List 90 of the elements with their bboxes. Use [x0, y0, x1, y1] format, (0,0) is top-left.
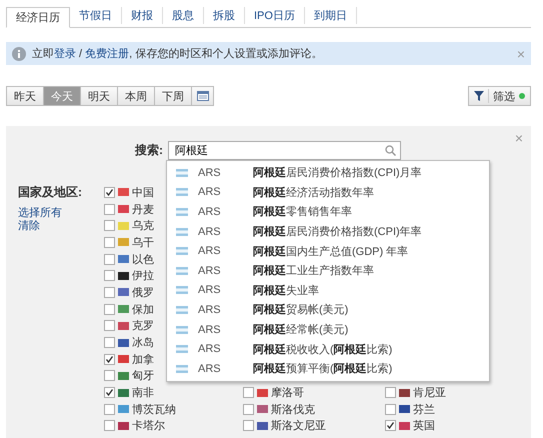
country-name: 摩洛哥 [271, 386, 304, 400]
suggestion-item[interactable]: ARS 阿根廷失业率 [167, 280, 489, 300]
suggestion-item[interactable]: ARS 阿根廷居民消费价格指数(CPI)月率 [167, 163, 489, 183]
checkbox[interactable] [104, 186, 115, 198]
search-icon [385, 145, 396, 156]
country-name: 加拿 [132, 352, 154, 367]
suggestion-item[interactable]: ARS 阿根廷贸易帐(美元) [167, 300, 489, 320]
country-name: 芬兰 [413, 402, 435, 417]
filter-icon [474, 91, 484, 101]
country-name: 中国 [132, 186, 154, 200]
checkbox[interactable] [104, 304, 115, 315]
info-icon [12, 46, 26, 60]
country-name: 匈牙 [132, 369, 154, 384]
checkbox[interactable] [243, 420, 254, 432]
country-name: 南非 [132, 386, 154, 400]
suggestion-item[interactable]: ARS 阿根廷居民消费价格指数(CPI)年率 [167, 222, 489, 242]
filter-button[interactable]: 筛选 [468, 86, 531, 106]
checkbox[interactable] [385, 404, 396, 415]
stripes-icon [176, 188, 188, 196]
stripes-icon [176, 247, 188, 256]
tab[interactable]: IPO日历 [245, 7, 305, 24]
country-name: 乌干 [132, 236, 154, 250]
checkbox[interactable] [104, 420, 115, 432]
checkbox[interactable] [104, 286, 115, 298]
tab[interactable]: 节假日 [70, 7, 122, 24]
checkbox[interactable] [104, 370, 115, 382]
select-all-link[interactable]: 选择所有 [18, 207, 104, 220]
tab[interactable]: 经济日历 [6, 7, 70, 28]
country-name: 肯尼亚 [413, 386, 446, 400]
country-name: 冰岛 [132, 336, 154, 350]
stripes-icon [176, 326, 188, 334]
tab[interactable]: 拆股 [204, 7, 245, 24]
tab[interactable]: 股息 [163, 7, 204, 24]
country-name: 英国 [413, 419, 435, 434]
tab[interactable]: 财报 [122, 7, 163, 24]
day-button[interactable]: 明天 [81, 86, 118, 106]
checkbox[interactable] [104, 236, 115, 248]
suggestion-item[interactable]: ARS 阿根廷经济活动指数年率 [167, 182, 489, 202]
country-name: 斯洛文尼亚 [271, 418, 326, 434]
checkbox[interactable] [104, 387, 115, 398]
country-name: 卡塔尔 [132, 419, 165, 434]
checkbox[interactable] [243, 404, 254, 415]
suggestion-item[interactable]: ARS 阿根廷税收收入(阿根廷比索) [167, 339, 489, 359]
checkbox[interactable] [104, 254, 115, 265]
checkbox[interactable] [104, 320, 115, 332]
search-field[interactable]: 阿根廷 [168, 141, 401, 160]
checkbox[interactable] [104, 270, 115, 282]
countries-label: 国家及地区: [18, 184, 83, 201]
suggestion-item[interactable]: ARS 阿根廷工业生产指数年率 [167, 260, 489, 281]
login-prompt: 立即登录 / 免费注册, 保存您的时区和个人设置或添加评论。 [32, 46, 324, 61]
day-button[interactable]: 昨天 [6, 86, 44, 106]
tab[interactable]: 到期日 [304, 7, 357, 24]
stripes-icon [176, 364, 188, 373]
stripes-icon [176, 286, 188, 294]
checkbox[interactable] [385, 387, 396, 398]
country-name: 博茨瓦纳 [132, 402, 176, 417]
country-name: 乌克 [132, 219, 154, 234]
checkbox[interactable] [104, 354, 115, 365]
stripes-icon [176, 168, 188, 177]
checkbox[interactable] [385, 420, 396, 432]
stripes-icon [176, 208, 188, 216]
calendar-icon [196, 91, 208, 101]
day-button[interactable]: 本周 [118, 86, 155, 106]
stripes-icon [176, 306, 188, 314]
country-name: 丹麦 [132, 202, 154, 217]
day-button[interactable]: 下周 [155, 86, 192, 106]
country-name: 克罗 [132, 319, 154, 334]
calendar-button[interactable] [192, 86, 214, 106]
suggestion-item[interactable]: ARS 阿根廷国内生产总值(GDP) 年率 [167, 241, 489, 261]
stripes-icon [176, 266, 188, 275]
country-name: 伊拉 [132, 269, 154, 284]
suggestion-item[interactable]: ARS 阿根廷零售销售年率 [167, 202, 489, 222]
search-label: 搜索: [135, 142, 163, 159]
status-dot-icon [519, 93, 525, 99]
login-link[interactable]: 登录 [54, 48, 76, 60]
checkbox[interactable] [104, 204, 115, 215]
checkbox[interactable] [104, 404, 115, 415]
suggestion-item[interactable]: ARS 阿根廷经常帐(美元) [167, 320, 489, 340]
checkbox[interactable] [243, 387, 254, 398]
country-name: 俄罗 [132, 286, 154, 300]
suggestion-item[interactable]: ARS 阿根廷预算平衡(阿根廷比索) [167, 358, 489, 379]
checkbox[interactable] [104, 220, 115, 232]
country-name: 斯洛伐克 [271, 402, 315, 417]
clear-link[interactable]: 清除 [18, 220, 104, 233]
stripes-icon [176, 228, 188, 236]
country-name: 以色 [132, 252, 154, 267]
stripes-icon [176, 345, 188, 354]
country-name: 保加 [132, 302, 154, 317]
register-link[interactable]: 免费注册 [85, 48, 130, 60]
checkbox[interactable] [104, 337, 115, 348]
